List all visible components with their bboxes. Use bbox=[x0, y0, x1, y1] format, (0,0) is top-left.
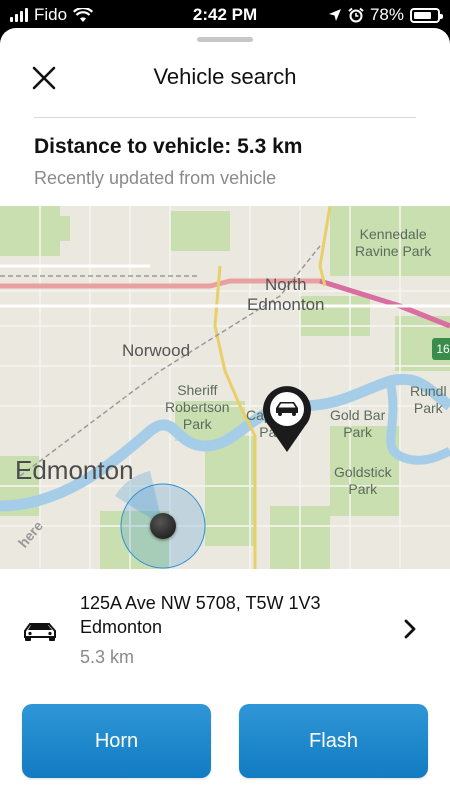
map-label-gold-bar: Gold Bar Park bbox=[330, 407, 386, 440]
alarm-icon bbox=[348, 7, 364, 23]
map-view[interactable]: Kennedale Ravine Park North Edmonton Norwo… bbox=[0, 206, 450, 569]
header: Vehicle search bbox=[0, 52, 450, 108]
battery-icon bbox=[410, 7, 443, 23]
flash-button[interactable]: Flash bbox=[239, 704, 428, 778]
map-label-rundle: Rundl Park bbox=[410, 383, 447, 416]
sheet-grabber[interactable] bbox=[197, 37, 253, 42]
vehicle-pin[interactable] bbox=[259, 384, 315, 454]
vehicle-location-dot[interactable] bbox=[150, 513, 176, 539]
battery-percent: 78% bbox=[369, 5, 404, 24]
chevron-right-icon bbox=[404, 619, 416, 639]
horn-button[interactable]: Horn bbox=[22, 704, 211, 778]
vehicle-distance: 5.3 km bbox=[80, 647, 135, 667]
map-label-kennedale: Kennedale Ravine Park bbox=[355, 226, 432, 259]
map-label-edmonton: Edmonton bbox=[15, 455, 134, 485]
map-pin-icon bbox=[263, 386, 311, 452]
status-bar: Fido 2:42 PM 78% bbox=[0, 0, 450, 30]
header-divider bbox=[34, 117, 416, 118]
vehicle-address-row[interactable]: 125A Ave NW 5708, T5W 1V3 Edmonton 5.3 k… bbox=[0, 583, 450, 683]
update-status: Recently updated from vehicle bbox=[34, 168, 277, 188]
vehicle-search-sheet: Vehicle search Distance to vehicle: 5.3 … bbox=[0, 28, 450, 800]
highway-shield: 16 bbox=[432, 338, 450, 360]
distance-to-vehicle: Distance to vehicle: 5.3 km bbox=[34, 135, 303, 158]
map-label-sheriff: Sheriff Robertson Park bbox=[165, 382, 230, 432]
page-title: Vehicle search bbox=[153, 64, 297, 89]
location-arrow-icon bbox=[328, 9, 341, 21]
map-label-goldstick: Goldstick Park bbox=[334, 464, 392, 497]
vehicle-address: 125A Ave NW 5708, T5W 1V3 Edmonton bbox=[80, 593, 321, 637]
map-label-norwood: Norwood bbox=[122, 341, 191, 360]
car-icon bbox=[24, 623, 56, 641]
map-label-north-edmonton: North Edmonton bbox=[247, 275, 325, 314]
